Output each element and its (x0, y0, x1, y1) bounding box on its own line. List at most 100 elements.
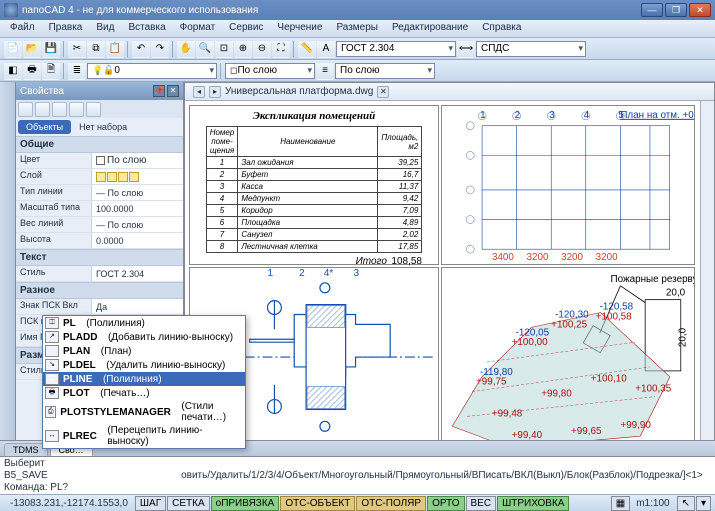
prop-tool-icon[interactable] (86, 102, 101, 117)
prop-layer[interactable] (91, 169, 183, 184)
menu-insert[interactable]: Вставка (122, 20, 171, 37)
status-otrack[interactable]: ОТС-ОБЪЕКТ (280, 496, 355, 511)
prop-tool-icon[interactable] (69, 102, 84, 117)
prop-ucs-on[interactable]: Да (91, 299, 183, 314)
vertical-scrollbar[interactable] (700, 101, 714, 449)
new-icon[interactable]: 📄 (4, 40, 22, 58)
menu-file[interactable]: Файл (4, 20, 41, 37)
properties-pin-icon[interactable]: 📌 (153, 85, 165, 97)
svg-text:1: 1 (480, 110, 485, 121)
pan-icon[interactable]: ✋ (177, 40, 195, 58)
command-line[interactable]: Выберит B5_SAVE овить/Удалить/1/2/3/4/Об… (0, 456, 715, 494)
zoom-in-icon[interactable]: ⊕ (234, 40, 252, 58)
menu-view[interactable]: Вид (90, 20, 120, 37)
autocomplete-item[interactable]: ↘PLDEL (Удалить линию-выноску) (43, 358, 245, 372)
section-general[interactable]: Общие (16, 136, 183, 153)
menu-modify[interactable]: Редактирование (386, 20, 474, 37)
zoom-out-icon[interactable]: ⊖ (253, 40, 271, 58)
objects-button[interactable]: Объекты (18, 120, 71, 134)
status-osnap[interactable]: оПРИВЯЗКА (211, 496, 280, 511)
menu-tools[interactable]: Сервис (223, 20, 269, 37)
cmd-tab[interactable]: TDMS (4, 443, 48, 456)
paste-icon[interactable]: 📋 (106, 40, 124, 58)
doc-tab-arrow-left[interactable]: ◂ (193, 86, 205, 98)
close-button[interactable]: ✕ (689, 3, 711, 17)
save-icon[interactable]: 💾 (42, 40, 60, 58)
section-misc[interactable]: Разное (16, 282, 183, 299)
svg-text:3200: 3200 (596, 252, 618, 263)
autocomplete-item[interactable]: ⎙PLOTSTYLEMANAGER (Стили печати…) (43, 400, 245, 424)
doc-tab-arrow-right[interactable]: ▸ (209, 86, 221, 98)
copy-icon[interactable]: ⧉ (87, 40, 105, 58)
status-ortho[interactable]: ОРТО (427, 496, 464, 511)
doc-tab[interactable]: Универсальная платформа.dwg (225, 86, 373, 97)
prop-color[interactable]: По слою (91, 153, 183, 168)
dimstyle-icon[interactable]: ⟷ (457, 40, 475, 58)
layers-icon[interactable]: ≣ (68, 62, 86, 80)
prop-tool-icon[interactable] (35, 102, 50, 117)
app-menu-icon[interactable]: ◧ (4, 62, 22, 80)
autocomplete-item[interactable]: ⎅PL (Полилиния) (43, 316, 245, 330)
status-menu-icon[interactable]: ▾ (696, 496, 711, 511)
status-cursor-icon[interactable]: ↖ (677, 496, 695, 511)
properties-close-icon[interactable]: ✕ (167, 85, 179, 97)
zoom-extents-icon[interactable]: ⛶ (272, 40, 290, 58)
layer-combo[interactable]: 💡🔓 0 (87, 63, 217, 79)
autocomplete-item[interactable]: PLAN (План) (43, 344, 245, 358)
prop-lweight[interactable]: — По слою (91, 217, 183, 232)
status-snap[interactable]: ШАГ (135, 496, 166, 511)
textstyle-icon[interactable]: A (317, 40, 335, 58)
viewport-floorplan[interactable]: План на отм. +0,000 12345 34003200 (441, 105, 695, 265)
prop-tool-icon[interactable] (52, 102, 67, 117)
plotpreview-icon[interactable]: 🗎 (42, 62, 60, 80)
svg-text:3200: 3200 (527, 252, 549, 263)
menu-dims[interactable]: Размеры (330, 20, 384, 37)
maximize-button[interactable]: ❐ (665, 3, 687, 17)
prop-textstyle[interactable]: ГОСТ 2.304 (91, 266, 183, 281)
status-lwt[interactable]: ВЕС (466, 496, 497, 511)
svg-text:+99,80: +99,80 (541, 389, 572, 400)
prop-ltscale[interactable]: 100.0000 (91, 201, 183, 216)
autocomplete-item[interactable]: 🖶PLOT (Печать…) (43, 386, 245, 400)
status-scale[interactable]: m1:100 (630, 498, 675, 509)
color-combo[interactable]: ◻ По слою (225, 63, 315, 79)
prop-height[interactable]: 0.0000 (91, 233, 183, 248)
drawing-area[interactable]: ◂ ▸ Универсальная платформа.dwg ✕ Экспли… (184, 82, 715, 464)
undo-icon[interactable]: ↶ (132, 40, 150, 58)
menu-format[interactable]: Формат (174, 20, 222, 37)
command-prompt[interactable]: Команда: PL? (4, 482, 711, 494)
print-icon[interactable]: 🖶 (23, 62, 41, 80)
prop-tool-icon[interactable] (18, 102, 33, 117)
app-logo-icon (4, 3, 18, 17)
svg-text:+100,00: +100,00 (512, 337, 548, 348)
properties-tray[interactable] (0, 82, 16, 464)
status-layout-icon[interactable]: ▦ (611, 496, 630, 511)
prop-linetype[interactable]: — По слою (91, 185, 183, 200)
menu-edit[interactable]: Правка (43, 20, 89, 37)
autocomplete-item-selected[interactable]: ⎅PLINE (Полилиния) (43, 372, 245, 386)
svg-text:2: 2 (515, 110, 520, 121)
bylayer-combo[interactable]: По слою (335, 63, 435, 79)
open-icon[interactable]: 📂 (23, 40, 41, 58)
minimize-button[interactable]: — (641, 3, 663, 17)
zoom-icon[interactable]: 🔍 (196, 40, 214, 58)
svg-text:+100,10: +100,10 (591, 374, 627, 385)
autocomplete-item[interactable]: ↔PLREC (Перецепить линию-выноску) (43, 424, 245, 448)
viewport-explication[interactable]: Экспликация помещений Номер поме-щенияНа… (189, 105, 439, 265)
menu-draw[interactable]: Черчение (271, 20, 328, 37)
status-grid[interactable]: СЕТКА (167, 496, 210, 511)
menu-help[interactable]: Справка (476, 20, 527, 37)
viewport-siteplan[interactable]: Пожарные резервуары 20,0 20,0 +99,75+100… (441, 267, 695, 453)
linetype-icon[interactable]: ≡ (316, 62, 334, 80)
doc-tab-close-icon[interactable]: ✕ (377, 86, 389, 98)
autocomplete-item[interactable]: ↗PLADD (Добавить линию-выноску) (43, 330, 245, 344)
zoom-window-icon[interactable]: ⊡ (215, 40, 233, 58)
redo-icon[interactable]: ↷ (151, 40, 169, 58)
textstyle-combo[interactable]: ГОСТ 2.304 (336, 41, 456, 57)
dimstyle-combo[interactable]: СПДС (476, 41, 586, 57)
status-polar[interactable]: ОТС-ПОЛЯР (356, 496, 426, 511)
section-text[interactable]: Текст (16, 249, 183, 266)
cut-icon[interactable]: ✂ (68, 40, 86, 58)
status-hatch[interactable]: ШТРИХОВКА (497, 496, 569, 511)
distance-icon[interactable]: 📏 (298, 40, 316, 58)
